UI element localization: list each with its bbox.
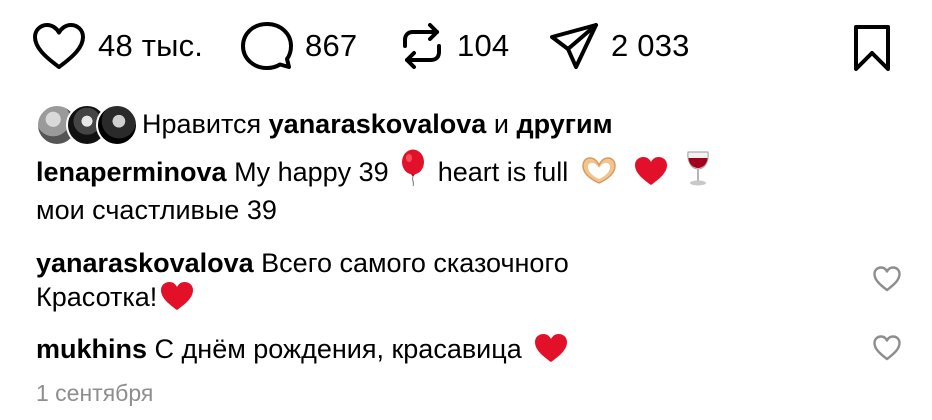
- liked-by-others[interactable]: другим: [516, 109, 612, 139]
- reposts-count: 104: [457, 28, 510, 63]
- caption-text-part1: My happy 39: [234, 157, 389, 187]
- caption: lenaperminova My happy 39 heart is full: [36, 149, 715, 195]
- comment-text: С днём рождения, красавица: [154, 334, 522, 364]
- red-heart-icon: [533, 332, 569, 372]
- bookmark-icon: [852, 24, 892, 72]
- red-heart-icon: [633, 155, 669, 195]
- comment-button[interactable]: 867: [241, 20, 357, 72]
- repost-icon: [399, 22, 445, 70]
- comment-username[interactable]: mukhins: [36, 334, 147, 364]
- heart-icon: [32, 22, 86, 70]
- heart-hands-icon: [580, 155, 618, 195]
- red-heart-icon: [159, 280, 195, 320]
- comment-like-button[interactable]: [872, 265, 902, 293]
- comment-text-line2: Красотка!: [36, 282, 158, 312]
- comment-2: mukhins С днём рождения, красавица: [36, 332, 573, 372]
- share-button[interactable]: 2 033: [549, 20, 690, 72]
- likes-count: 48 тыс.: [98, 28, 204, 63]
- avatar: [96, 104, 138, 146]
- comment-username[interactable]: yanaraskovalova: [36, 248, 254, 278]
- comment-1: yanaraskovalova Всего самого сказочного: [36, 246, 569, 280]
- post-action-bar: 48 тыс. 867 104 2 033: [0, 0, 932, 92]
- caption-username[interactable]: lenaperminova: [36, 157, 227, 187]
- comment-like-button[interactable]: [872, 334, 902, 362]
- liked-by-row[interactable]: Нравится yanaraskovalova и другим: [36, 100, 613, 148]
- caption-text-part2: heart is full: [437, 157, 569, 187]
- comment-icon: [241, 21, 293, 71]
- liked-by-joiner: и: [493, 108, 509, 139]
- save-button[interactable]: [852, 22, 892, 74]
- comments-count: 867: [305, 28, 358, 63]
- shares-count: 2 033: [611, 28, 690, 63]
- comment-text: Всего самого сказочного: [261, 248, 569, 278]
- send-icon: [549, 22, 599, 70]
- caption-line2: мои счастливые 39: [36, 195, 277, 225]
- balloon-icon: [400, 149, 426, 195]
- liked-by-text: Нравится yanaraskovalova и другим: [142, 109, 613, 140]
- post-date: 1 сентября: [36, 380, 154, 406]
- heart-outline-icon: [872, 335, 902, 366]
- like-button[interactable]: 48 тыс.: [32, 20, 203, 72]
- liked-by-user[interactable]: yanaraskovalova: [269, 109, 487, 139]
- comment-1-line2: Красотка!: [36, 280, 199, 320]
- heart-outline-icon: [872, 266, 902, 297]
- repost-button[interactable]: 104: [399, 20, 509, 72]
- wine-glass-icon: [685, 149, 711, 195]
- liked-by-prefix: Нравится: [142, 108, 262, 139]
- liker-avatars: [36, 104, 138, 146]
